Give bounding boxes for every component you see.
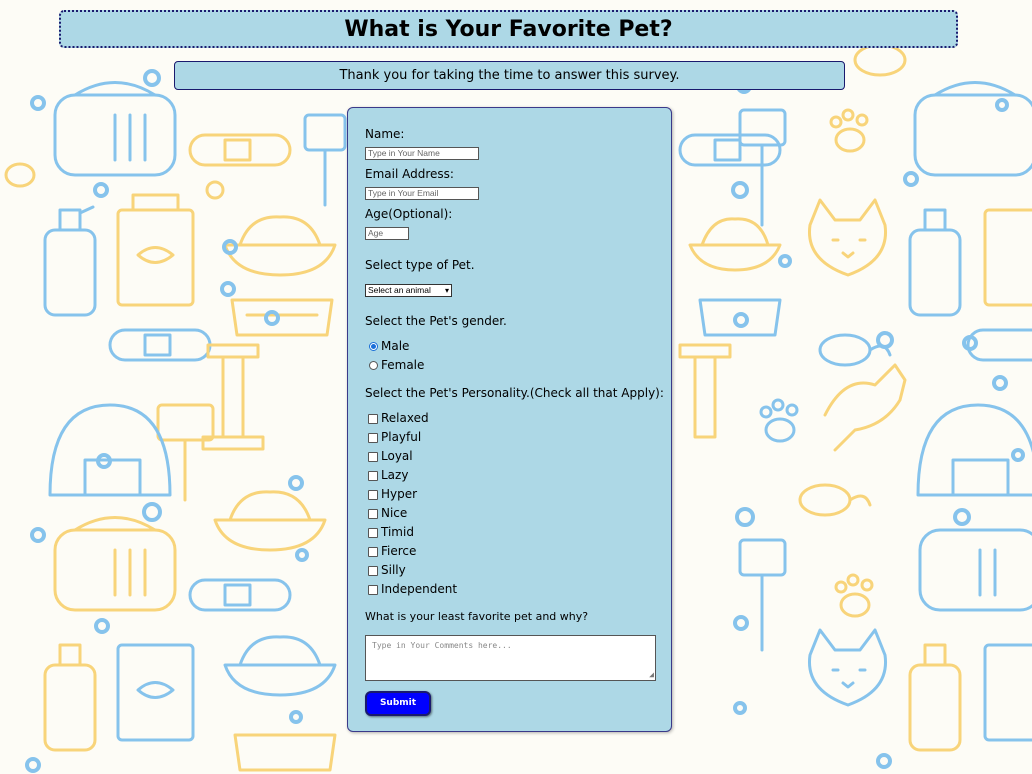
personality-checkbox[interactable] <box>368 547 378 557</box>
chevron-down-icon: ▾ <box>444 286 449 295</box>
comments-textarea[interactable]: Type in Your Comments here... ◢ <box>365 635 656 681</box>
personality-checkbox[interactable] <box>368 585 378 595</box>
page-title: What is Your Favorite Pet? <box>344 17 673 42</box>
paw-icon <box>834 573 874 618</box>
collar-icon <box>678 133 782 167</box>
spray-bottle-icon <box>43 643 97 752</box>
age-label: Age(Optional): <box>365 207 453 221</box>
personality-option-label: Nice <box>381 506 408 520</box>
personality-checkbox[interactable] <box>368 566 378 576</box>
mouse-toy-icon <box>853 43 907 77</box>
personality-checkbox[interactable] <box>368 414 378 424</box>
subtitle-banner: Thank you for taking the time to answer … <box>174 61 845 90</box>
food-bowl-icon <box>213 490 327 552</box>
name-label: Name: <box>365 127 405 141</box>
age-input[interactable]: Age <box>365 227 409 240</box>
personality-option-label: Loyal <box>381 449 413 463</box>
paw-icon <box>759 398 799 443</box>
personality-checkbox[interactable] <box>368 528 378 538</box>
thank-you-message: Thank you for taking the time to answer … <box>339 68 680 83</box>
collar-icon <box>108 328 212 362</box>
litter-box-icon <box>230 298 334 337</box>
gender-option-label: Female <box>381 358 425 372</box>
cat-icon <box>807 628 888 707</box>
personality-label: Select the Pet's Personality.(Check all … <box>365 386 664 400</box>
food-bag-icon <box>116 193 195 307</box>
personality-option-label: Timid <box>381 525 414 539</box>
submit-button[interactable]: Submit <box>365 691 431 716</box>
cat-icon <box>807 198 888 277</box>
pet-carrier-icon <box>913 81 1032 177</box>
collar-icon <box>188 578 292 612</box>
personality-option-label: Fierce <box>381 544 417 558</box>
brush-icon <box>738 108 787 227</box>
title-banner: What is Your Favorite Pet? <box>59 10 958 48</box>
personality-checkbox[interactable] <box>368 490 378 500</box>
pet-type-select[interactable]: Select an animal ▾ <box>365 284 452 297</box>
gender-option-label: Male <box>381 339 410 353</box>
cat-icon <box>823 363 907 452</box>
personality-option-label: Playful <box>381 430 422 444</box>
spray-bottle-icon <box>908 208 962 317</box>
spray-bottle-icon <box>43 205 97 317</box>
pet-type-label: Select type of Pet. <box>365 258 475 272</box>
personality-option-label: Lazy <box>381 468 409 482</box>
gender-radio-female[interactable] <box>369 361 378 370</box>
litter-box-icon <box>233 733 337 772</box>
survey-form: Name: Type in Your Name Email Address: T… <box>347 107 672 732</box>
personality-checkbox[interactable] <box>368 509 378 519</box>
pet-carrier-icon <box>53 81 177 177</box>
email-label: Email Address: <box>365 167 454 181</box>
personality-option-label: Independent <box>381 582 458 596</box>
collar-icon <box>188 133 292 200</box>
gender-label: Select the Pet's gender. <box>365 314 507 328</box>
personality-checkbox[interactable] <box>368 471 378 481</box>
food-bag-icon <box>983 643 1032 742</box>
brush-icon <box>738 538 787 652</box>
scratching-post-icon <box>678 343 732 439</box>
personality-option-label: Relaxed <box>381 411 429 425</box>
gender-radio-male[interactable] <box>369 342 378 351</box>
food-bowl-icon <box>688 217 782 272</box>
pet-carrier-icon <box>53 516 177 612</box>
pet-type-selected-value: Select an animal <box>368 285 431 295</box>
food-bowl-icon <box>223 635 337 697</box>
personality-checkbox[interactable] <box>368 452 378 462</box>
food-bowl-icon <box>223 215 337 277</box>
cat-house-icon <box>48 403 172 497</box>
mouse-toy-icon <box>798 483 872 517</box>
name-input[interactable]: Type in Your Name <box>365 147 479 160</box>
food-bag-icon <box>983 208 1032 307</box>
food-bag-icon <box>116 643 195 742</box>
paw-icon <box>4 162 36 188</box>
litter-box-icon <box>698 298 782 337</box>
email-input[interactable]: Type in Your Email <box>365 187 479 200</box>
brush-icon <box>303 113 347 207</box>
paw-icon <box>829 108 869 153</box>
resize-grip-icon[interactable]: ◢ <box>649 671 654 679</box>
comments-placeholder: Type in Your Comments here... <box>372 641 512 650</box>
comments-label: What is your least favorite pet and why? <box>365 610 589 623</box>
spray-bottle-icon <box>908 643 962 752</box>
pet-carrier-icon <box>918 528 1032 612</box>
personality-option-label: Silly <box>381 563 406 577</box>
personality-option-label: Hyper <box>381 487 418 501</box>
personality-checkbox[interactable] <box>368 433 378 443</box>
